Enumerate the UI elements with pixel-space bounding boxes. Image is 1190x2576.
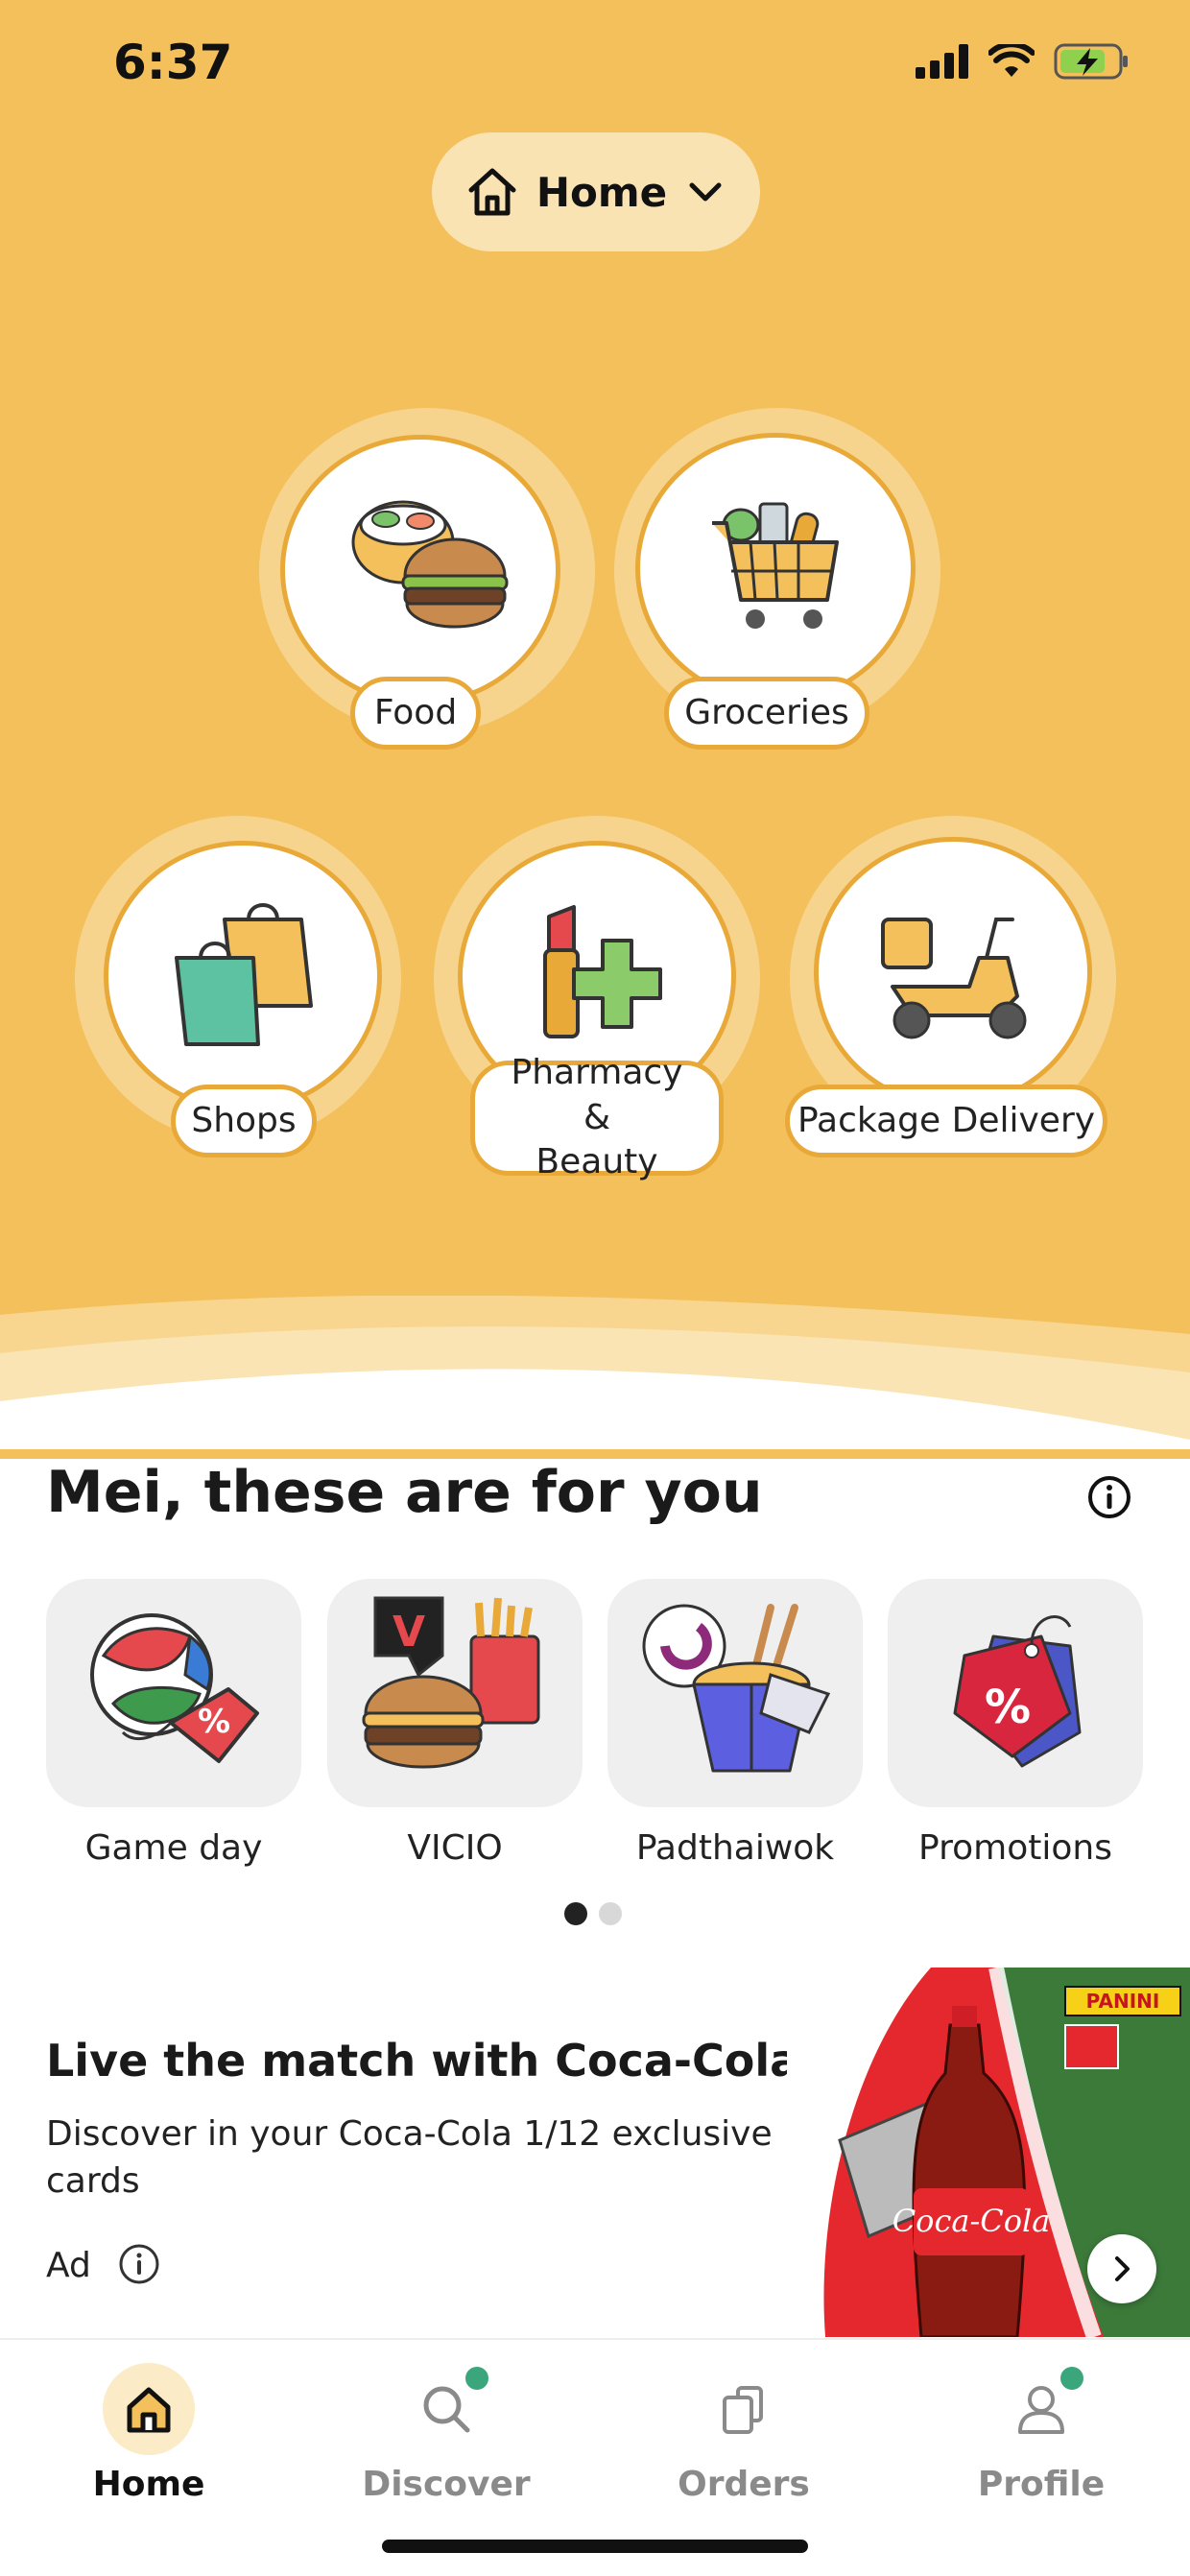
- nav-icon-wrap: [103, 2363, 195, 2455]
- for-you-card-vicio[interactable]: V VICIO: [327, 1579, 583, 1868]
- location-label: Home: [536, 168, 668, 216]
- noodle-box-icon: [642, 1604, 831, 1773]
- home-icon: [127, 2387, 171, 2433]
- nav-icon-wrap: [698, 2363, 790, 2455]
- card-tile: V: [327, 1579, 583, 1807]
- card-tile: %: [46, 1579, 301, 1807]
- category-shops[interactable]: Shops: [75, 816, 411, 1161]
- page-dot[interactable]: [599, 1902, 622, 1925]
- notification-badge: [465, 2367, 488, 2390]
- category-food[interactable]: Food: [259, 408, 595, 753]
- search-icon: [423, 2386, 470, 2433]
- burger-fries-icon: V: [362, 1596, 540, 1769]
- wifi-icon: [988, 44, 1035, 77]
- lipstick-cross-icon: [543, 905, 662, 1038]
- battery-charging-icon: [1054, 43, 1128, 80]
- card-label: Game day: [84, 1828, 263, 1868]
- category-package-delivery[interactable]: Package Delivery: [785, 816, 1188, 1161]
- status-bar: 6:37: [0, 0, 1190, 134]
- category-label: Package Delivery: [785, 1085, 1107, 1157]
- nav-icon-wrap: [400, 2363, 492, 2455]
- nav-label: Home: [92, 2465, 205, 2504]
- info-icon[interactable]: [1084, 1472, 1134, 1522]
- cellular-signal-icon: [916, 44, 968, 79]
- status-time: 6:37: [113, 35, 233, 90]
- ad-next-button[interactable]: [1087, 2234, 1156, 2303]
- for-you-card-promotions[interactable]: % Promotions: [888, 1579, 1143, 1868]
- card-tile: %: [888, 1579, 1143, 1807]
- category-label: Food: [350, 677, 481, 750]
- shopping-cart-icon: [712, 502, 839, 629]
- card-tile: [607, 1579, 863, 1807]
- ad-description: Discover in your Coca-Cola 1/12 exclusiv…: [46, 2114, 773, 2201]
- for-you-title: Mei, these are for you: [46, 1459, 763, 1526]
- card-label: Promotions: [918, 1828, 1112, 1868]
- category-label: Groceries: [664, 677, 869, 750]
- nav-orders[interactable]: Orders: [595, 2340, 892, 2532]
- ad-info-icon[interactable]: [117, 2242, 161, 2286]
- nav-label: Profile: [977, 2465, 1106, 2504]
- status-icons: [916, 42, 1130, 81]
- ball-discount-tag-icon: %: [90, 1613, 259, 1763]
- svg-text:%: %: [198, 1703, 230, 1741]
- card-label: Padthaiwok: [635, 1828, 835, 1868]
- category-groceries[interactable]: Groceries: [614, 408, 950, 753]
- location-selector[interactable]: Home: [432, 132, 760, 251]
- food-bowl-burger-icon: [351, 500, 509, 629]
- chevron-right-icon: [1115, 2256, 1130, 2281]
- wave-divider: [0, 1296, 1190, 1449]
- category-pharmacy-beauty[interactable]: Pharmacy & Beauty: [434, 816, 770, 1181]
- chevron-down-icon: [689, 182, 722, 202]
- percent-tag-icon: %: [953, 1615, 1082, 1768]
- svg-text:V: V: [393, 1608, 425, 1657]
- nav-label: Discover: [362, 2465, 531, 2504]
- orders-icon: [723, 2386, 763, 2434]
- nav-label: Orders: [678, 2465, 810, 2504]
- nav-profile[interactable]: Profile: [892, 2340, 1190, 2532]
- category-label: Pharmacy & Beauty: [470, 1053, 724, 1181]
- ad-banner[interactable]: Live the match with Coca-Cola Discover i…: [0, 1968, 1190, 2337]
- nav-home[interactable]: Home: [0, 2340, 298, 2532]
- nav-discover[interactable]: Discover: [298, 2340, 595, 2532]
- for-you-carousel[interactable]: % Game day V VICIO Padthaiwok % Promotio…: [46, 1579, 1190, 1886]
- house-icon: [468, 168, 516, 216]
- scooter-icon: [881, 918, 1027, 1039]
- profile-icon: [1018, 2386, 1064, 2434]
- card-label: VICIO: [407, 1828, 503, 1868]
- category-label: Shops: [171, 1085, 317, 1157]
- ad-title: Live the match with Coca-Cola: [46, 2035, 800, 2087]
- ad-label: Ad: [46, 2246, 91, 2285]
- for-you-card-padthaiwok[interactable]: Padthaiwok: [607, 1579, 863, 1868]
- for-you-card-game-day[interactable]: % Game day: [46, 1579, 301, 1868]
- page-dot-active[interactable]: [564, 1902, 587, 1925]
- ad-brand-text: Coca-Cola: [892, 2203, 1051, 2239]
- notification-badge: [1060, 2367, 1083, 2390]
- svg-text:%: %: [985, 1681, 1031, 1734]
- nav-icon-wrap: [995, 2363, 1087, 2455]
- ad-panini-text: PANINI: [1086, 1990, 1160, 2013]
- shopping-bags-icon: [175, 903, 313, 1046]
- carousel-page-dots: [564, 1902, 622, 1925]
- home-indicator: [382, 2540, 808, 2553]
